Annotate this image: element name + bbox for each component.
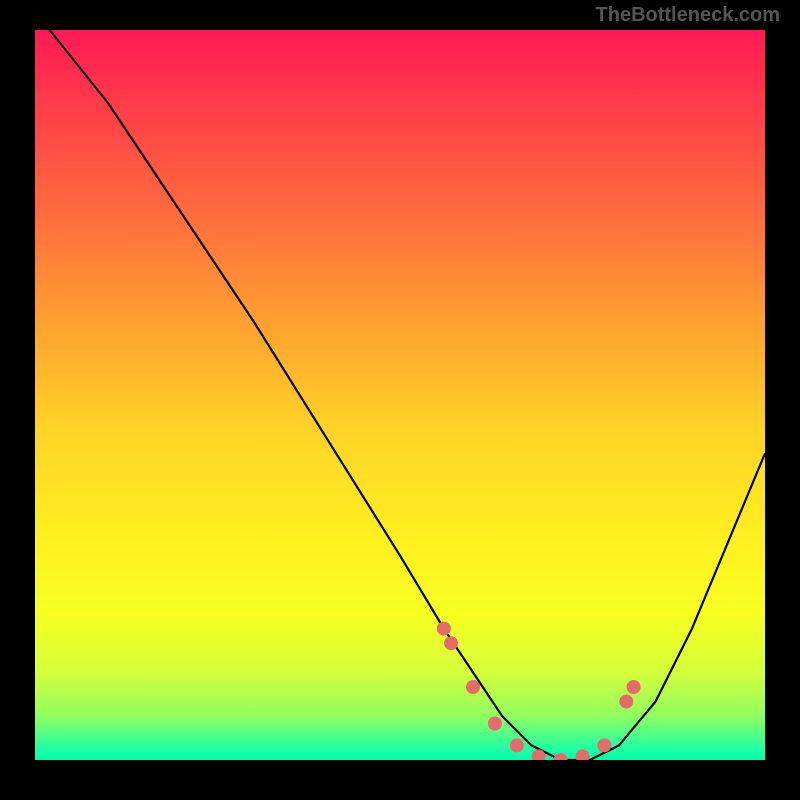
highlight-marker: [510, 738, 524, 752]
highlight-marker: [627, 680, 641, 694]
chart-svg: [35, 30, 765, 760]
chart-plot-area: [35, 30, 765, 760]
highlight-marker: [437, 622, 451, 636]
highlight-marker: [554, 753, 568, 760]
highlight-marker: [597, 738, 611, 752]
highlight-markers-group: [437, 622, 641, 760]
highlight-marker: [444, 636, 458, 650]
highlight-marker: [619, 695, 633, 709]
highlight-marker: [488, 717, 502, 731]
bottleneck-curve-line: [50, 30, 765, 760]
highlight-marker: [576, 749, 590, 760]
highlight-marker: [466, 680, 480, 694]
watermark-text: TheBottleneck.com: [596, 4, 780, 27]
